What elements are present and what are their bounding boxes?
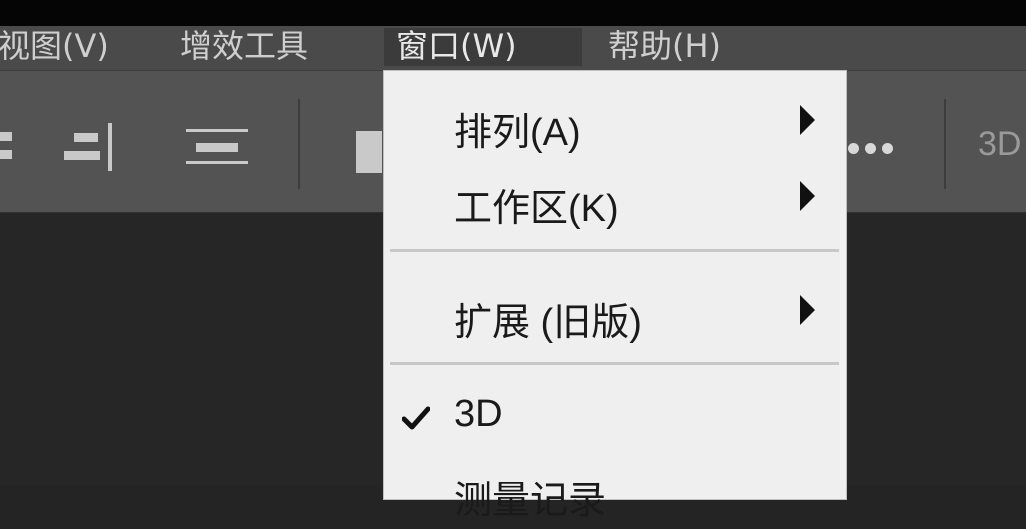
- toolbar-separator: [298, 99, 300, 189]
- menu-divider: [390, 362, 839, 365]
- menu-item-workspace[interactable]: 工作区(K): [384, 167, 846, 237]
- window-menu-dropdown: 排列(A) 工作区(K) 扩展 (旧版) 3D 测量记录: [383, 70, 847, 522]
- align-top-icon[interactable]: [356, 131, 382, 173]
- menu-item-label: 排列(A): [454, 112, 581, 154]
- menu-item-measurement-log[interactable]: 测量记录: [384, 459, 846, 529]
- submenu-arrow-icon: [800, 295, 815, 325]
- menu-divider: [390, 249, 839, 252]
- menu-item-label: 工作区(K): [454, 188, 619, 230]
- menu-item-3d[interactable]: 3D: [384, 383, 846, 453]
- submenu-arrow-icon: [800, 181, 815, 211]
- menu-plugins[interactable]: 增效工具: [168, 28, 320, 66]
- menu-window[interactable]: 窗口(W): [384, 28, 582, 66]
- menu-item-label: 3D: [454, 393, 503, 435]
- mode-3d-label[interactable]: 3D: [978, 125, 1021, 164]
- menu-item-arrange[interactable]: 排列(A): [384, 91, 846, 161]
- toolbar-separator: [944, 99, 946, 189]
- align-left-edges-icon[interactable]: [0, 126, 14, 166]
- menu-item-label: 测量记录: [454, 480, 607, 522]
- distribute-horizontal-icon[interactable]: [186, 129, 250, 169]
- menu-view[interactable]: 视图(V): [0, 28, 121, 66]
- menu-bar: 视图(V) 增效工具 窗口(W) 帮助(H): [0, 26, 1026, 71]
- align-right-edges-icon[interactable]: [64, 123, 118, 173]
- window-top-edge: [0, 0, 1026, 26]
- menu-help[interactable]: 帮助(H): [596, 28, 733, 66]
- menu-item-label: 扩展 (旧版): [454, 302, 642, 344]
- checkmark-icon: [402, 406, 430, 430]
- submenu-arrow-icon: [800, 105, 815, 135]
- menu-item-extensions-legacy[interactable]: 扩展 (旧版): [384, 281, 846, 351]
- more-options-icon[interactable]: [846, 143, 896, 157]
